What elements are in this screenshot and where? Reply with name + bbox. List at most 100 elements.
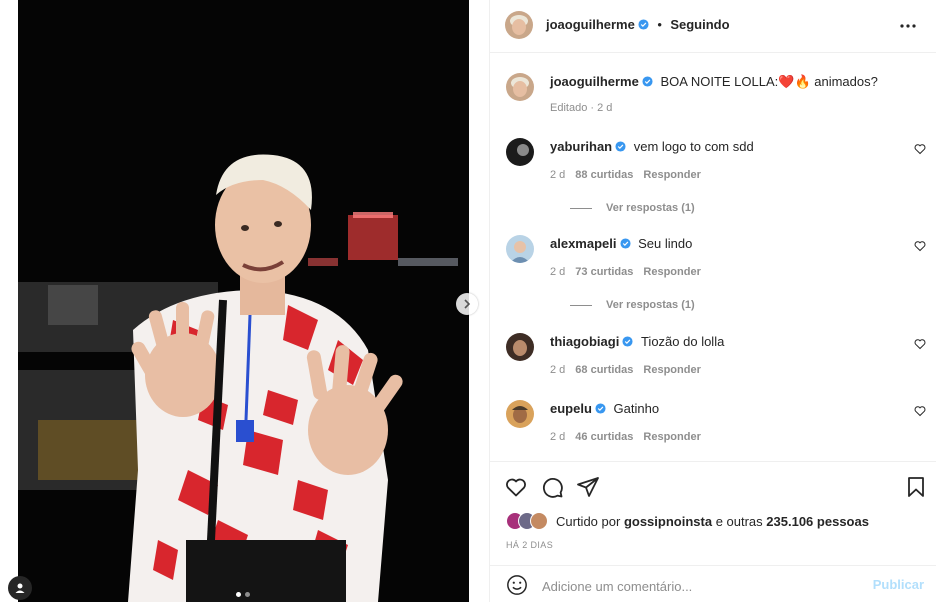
caption-text: joaoguilherme BOA NOITE LOLLA:❤️🔥 animad… — [550, 73, 878, 91]
verified-badge-icon — [595, 403, 606, 414]
comment-likes[interactable]: 68 curtidas — [575, 364, 633, 376]
comment-body: Gatinho — [613, 401, 660, 416]
post-media — [0, 0, 489, 602]
commenter-avatar[interactable] — [506, 400, 534, 428]
reply-button[interactable]: Responder — [643, 266, 700, 278]
comment-likes[interactable]: 73 curtidas — [575, 266, 633, 278]
liker-avatar — [530, 512, 548, 530]
comment-text: alexmapeli Seu lindo — [550, 235, 692, 253]
comment-username[interactable]: eupelu — [550, 401, 592, 416]
comments-list: joaoguilherme BOA NOITE LOLLA:❤️🔥 animad… — [490, 53, 936, 460]
comment-body: Seu lindo — [638, 236, 693, 251]
publish-comment-button[interactable]: Publicar — [873, 577, 924, 592]
comment-body: vem logo to com sdd — [633, 139, 754, 154]
follow-separator: • — [657, 17, 662, 32]
caption-meta: Editado · 2 d — [550, 102, 613, 114]
commenter-avatar[interactable] — [506, 333, 534, 361]
share-paper-plane-icon[interactable] — [576, 475, 600, 499]
caption: joaoguilherme BOA NOITE LOLLA:❤️🔥 animad… — [506, 73, 926, 123]
post-photo[interactable] — [18, 0, 469, 602]
view-replies-button[interactable]: Ver respostas (1) — [570, 202, 695, 214]
commenter-avatar[interactable] — [506, 235, 534, 263]
more-dots-icon — [900, 24, 916, 28]
save-bookmark-icon[interactable] — [904, 475, 928, 499]
post-details-panel: joaoguilherme • Seguindo joaoguilherme B… — [489, 0, 936, 602]
comment-username[interactable]: yaburihan — [550, 139, 612, 154]
comment-bubble-icon[interactable] — [540, 475, 564, 499]
avatar-image — [506, 333, 534, 361]
user-icon — [15, 583, 25, 593]
carousel-indicator — [236, 592, 250, 597]
caption-body: BOA NOITE LOLLA:❤️🔥 animados? — [660, 74, 878, 89]
liked-by-others-text: e outras — [715, 513, 763, 529]
comment-item: eupelu Gatinho 2 d 46 curtidas Responder — [506, 400, 926, 450]
carousel-dot-active — [236, 592, 241, 597]
emoji-icon[interactable] — [506, 574, 528, 596]
comment-text: thiagobiagi Tiozão do lolla — [550, 333, 724, 351]
following-button[interactable]: Seguindo — [670, 17, 729, 32]
comment-text: yaburihan vem logo to com sdd — [550, 138, 754, 156]
header-line: joaoguilherme • Seguindo — [546, 16, 730, 34]
comment-time: 2 d — [550, 431, 566, 443]
comment-time: 2 d — [550, 266, 566, 278]
verified-badge-icon — [615, 141, 626, 152]
comment-meta: 2 d 68 curtidas Responder — [550, 364, 711, 376]
carousel-dot — [245, 592, 250, 597]
like-heart-icon[interactable] — [504, 475, 528, 499]
verified-badge-icon — [642, 76, 653, 87]
replies-divider — [570, 304, 592, 306]
avatar-image — [506, 400, 534, 428]
view-replies-button[interactable]: Ver respostas (1) — [570, 299, 695, 311]
comment-item: yaburihan vem logo to com sdd 2 d 88 curt… — [506, 138, 926, 218]
liked-by-user[interactable]: gossipnoinsta — [624, 514, 712, 529]
comment-meta: 2 d 73 curtidas Responder — [550, 266, 711, 278]
post-date[interactable]: HÁ 2 DIAS — [506, 540, 553, 550]
more-options-button[interactable] — [896, 14, 920, 38]
comment-text: eupelu Gatinho — [550, 400, 659, 418]
chevron-right-icon — [464, 299, 471, 309]
verified-badge-icon — [638, 19, 649, 30]
comment-username[interactable]: alexmapeli — [550, 236, 617, 251]
likes-suffix[interactable]: pessoas — [817, 514, 869, 529]
post-actions: Curtido por gossipnoinsta e outras 235.1… — [490, 461, 936, 566]
avatar-image — [505, 11, 533, 39]
comment-body: Tiozão do lolla — [640, 334, 725, 349]
comment-username[interactable]: thiagobiagi — [550, 334, 619, 349]
liked-by-summary: Curtido por gossipnoinsta e outras 235.1… — [506, 512, 869, 530]
like-comment-heart-icon[interactable] — [914, 143, 926, 155]
avatar-image — [506, 73, 534, 101]
avatar-image — [506, 235, 534, 263]
author-avatar[interactable] — [505, 11, 533, 39]
author-username[interactable]: joaoguilherme — [546, 17, 635, 32]
like-comment-heart-icon[interactable] — [914, 405, 926, 417]
like-comment-heart-icon[interactable] — [914, 338, 926, 350]
replies-divider — [570, 207, 592, 209]
view-replies-label: Ver respostas (1) — [606, 299, 695, 311]
avatar-image — [506, 138, 534, 166]
author-avatar[interactable] — [506, 73, 534, 101]
like-comment-heart-icon[interactable] — [914, 240, 926, 252]
comment-likes[interactable]: 46 curtidas — [575, 431, 633, 443]
add-comment-input[interactable] — [540, 575, 864, 597]
liked-by-prefix: Curtido por — [556, 513, 621, 529]
verified-badge-icon — [622, 336, 633, 347]
caption-username[interactable]: joaoguilherme — [550, 74, 639, 89]
comment-likes[interactable]: 88 curtidas — [575, 169, 633, 181]
view-replies-label: Ver respostas (1) — [606, 202, 695, 214]
commenter-avatar[interactable] — [506, 138, 534, 166]
comment-item: thiagobiagi Tiozão do lolla 2 d 68 curtid… — [506, 333, 926, 383]
add-comment-bar: Publicar — [490, 565, 936, 603]
verified-badge-icon — [619, 238, 631, 249]
comment-time: 2 d — [550, 169, 566, 181]
likes-count[interactable]: 235.106 — [766, 514, 813, 529]
comment-meta: 2 d 46 curtidas Responder — [550, 431, 711, 443]
reply-button[interactable]: Responder — [643, 169, 700, 181]
comment-meta: 2 d 88 curtidas Responder — [550, 169, 711, 181]
comment-time: 2 d — [550, 364, 566, 376]
reply-button[interactable]: Responder — [643, 431, 700, 443]
comment-item: alexmapeli Seu lindo 2 d 73 curtidas Respo… — [506, 235, 926, 315]
tagged-users-button[interactable] — [8, 576, 32, 600]
reply-button[interactable]: Responder — [643, 364, 700, 376]
photo-illustration — [18, 0, 469, 602]
carousel-next-button[interactable] — [456, 293, 478, 315]
